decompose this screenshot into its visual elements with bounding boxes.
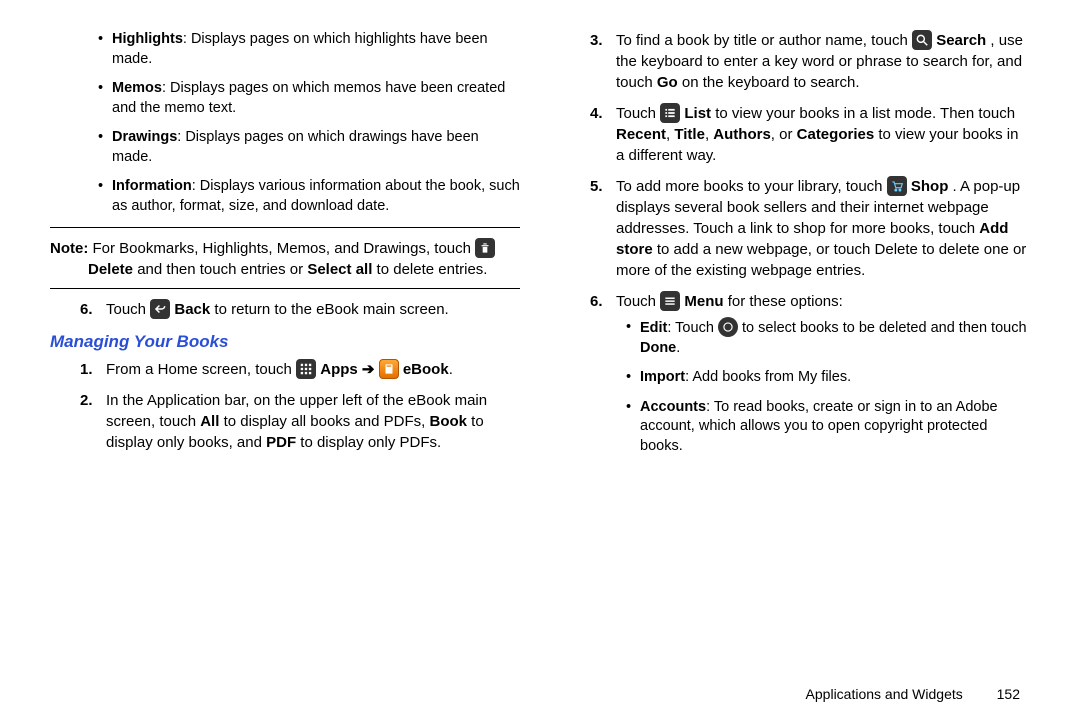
section-heading: Managing Your Books	[50, 330, 520, 354]
select-circle-icon	[718, 317, 738, 337]
footer-section: Applications and Widgets	[806, 686, 963, 702]
step-item: 4. Touch List to view your books in a li…	[590, 103, 1030, 166]
back-icon	[150, 299, 170, 319]
note-label: Note:	[50, 240, 88, 257]
menu-icon	[660, 291, 680, 311]
managing-step-list: 1. From a Home screen, touch Apps ➔ eBoo…	[50, 359, 520, 453]
list-item: Edit: Touch to select books to be delete…	[626, 318, 1030, 358]
shop-cart-icon	[887, 176, 907, 196]
search-icon	[912, 30, 932, 50]
divider	[50, 227, 520, 228]
step-item: 1. From a Home screen, touch Apps ➔ eBoo…	[80, 359, 520, 380]
step-item: 6. Touch Menu for these options: Edit: T…	[590, 291, 1030, 456]
managing-step-list-cont: 3. To find a book by title or author nam…	[560, 30, 1030, 456]
page-footer: Applications and Widgets 152	[806, 686, 1020, 702]
list-icon	[660, 103, 680, 123]
apps-icon	[296, 359, 316, 379]
footer-page-number: 152	[997, 686, 1020, 702]
list-item: Highlights: Displays pages on which high…	[98, 30, 520, 69]
page-body: Highlights: Displays pages on which high…	[0, 0, 1080, 680]
step-item: 3. To find a book by title or author nam…	[590, 30, 1030, 93]
divider	[50, 288, 520, 289]
list-item: Import: Add books from My files.	[626, 368, 1030, 388]
step-item: 2. In the Application bar, on the upper …	[80, 390, 520, 453]
menu-options-list: Edit: Touch to select books to be delete…	[616, 318, 1030, 456]
feature-bullet-list: Highlights: Displays pages on which high…	[50, 30, 520, 217]
step-item: 5. To add more books to your library, to…	[590, 176, 1030, 281]
note-block: Note: For Bookmarks, Highlights, Memos, …	[50, 238, 520, 280]
step-list: 6. Touch Back to return to the eBook mai…	[50, 299, 520, 320]
left-column: Highlights: Displays pages on which high…	[50, 30, 520, 680]
ebook-icon	[379, 359, 399, 379]
trash-icon	[475, 238, 495, 258]
list-item: Drawings: Displays pages on which drawin…	[98, 128, 520, 167]
list-item: Information: Displays various informatio…	[98, 177, 520, 216]
list-item: Accounts: To read books, create or sign …	[626, 398, 1030, 457]
step-item: 6. Touch Back to return to the eBook mai…	[80, 299, 520, 320]
list-item: Memos: Displays pages on which memos hav…	[98, 79, 520, 118]
right-column: 3. To find a book by title or author nam…	[560, 30, 1030, 680]
